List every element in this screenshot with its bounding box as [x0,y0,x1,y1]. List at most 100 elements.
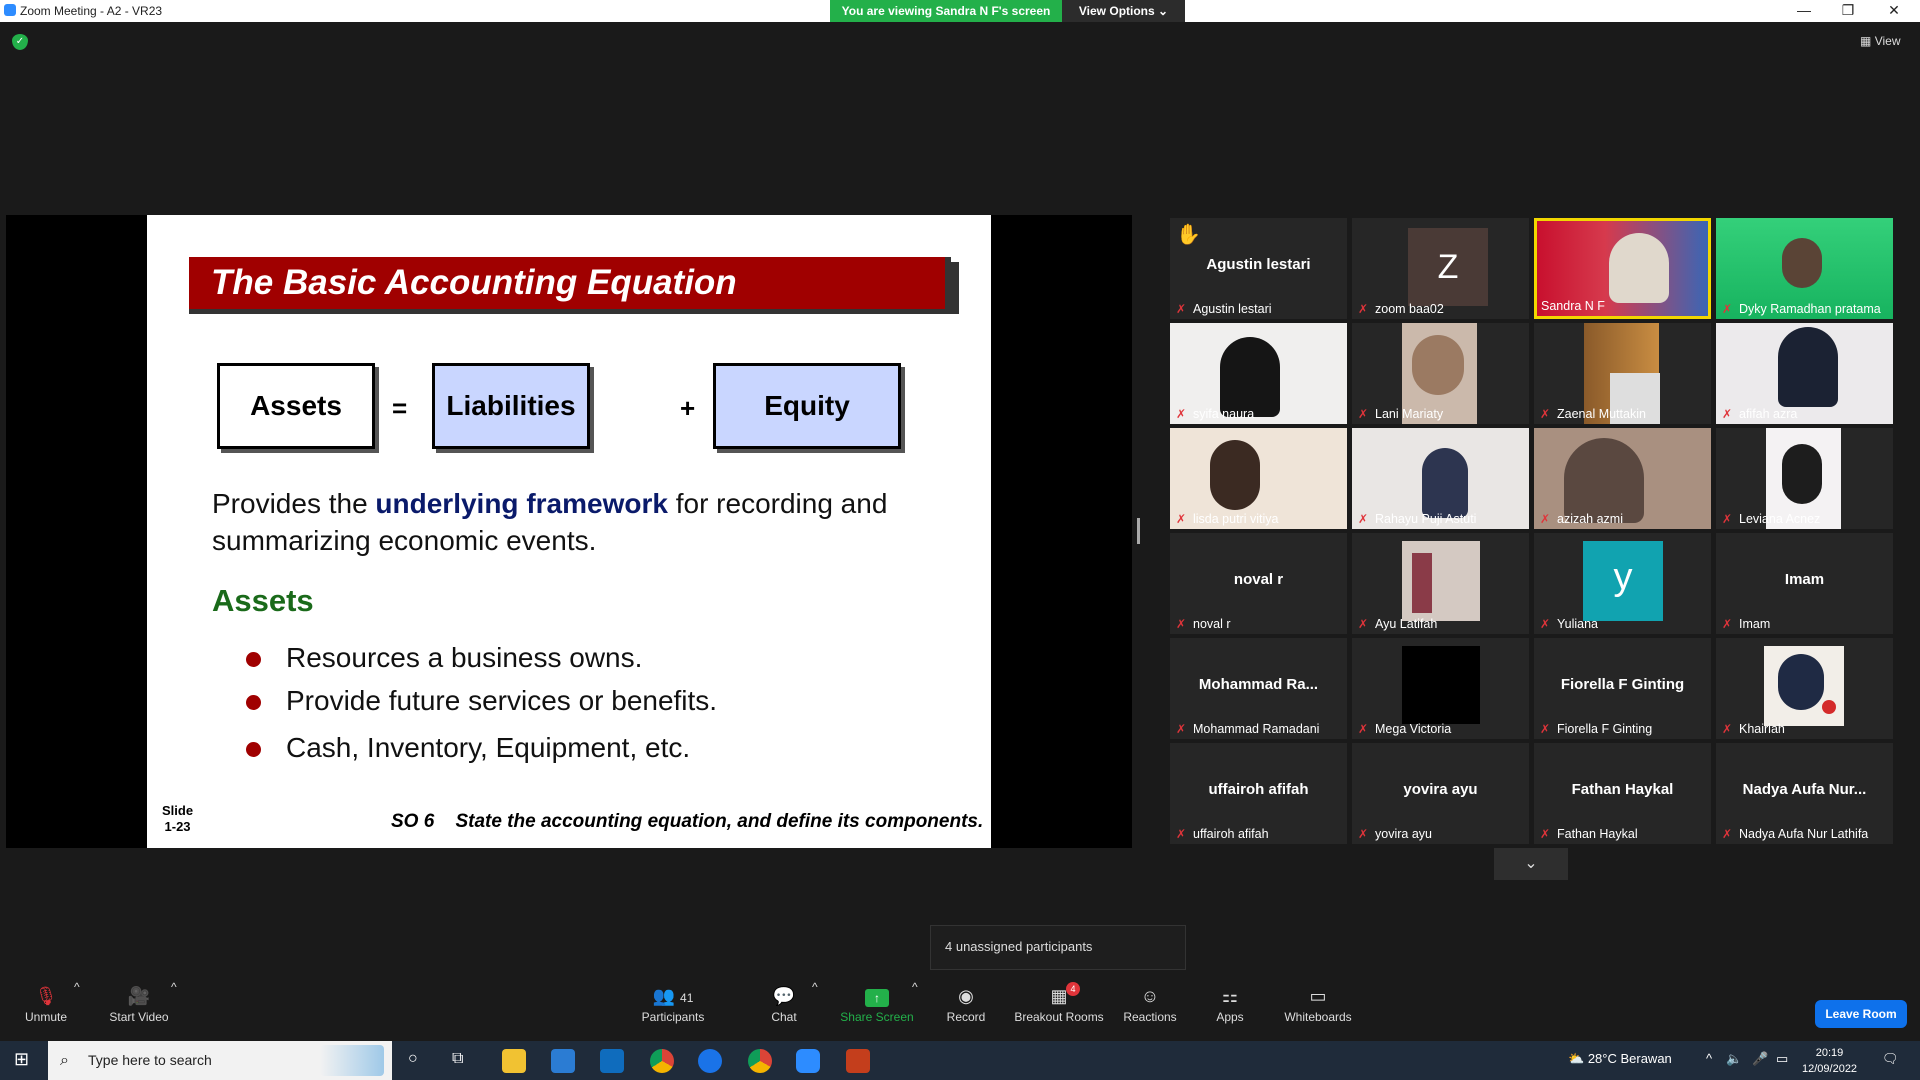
participant-video-person [1778,327,1838,407]
breakout-rooms-button[interactable]: ▦ 4 Breakout Rooms [1012,980,1106,1024]
taskbar-clock[interactable]: 20:19 12/09/2022 [1802,1045,1857,1077]
participants-button[interactable]: 👥 41 Participants [638,980,708,1024]
participant-name: azizah azmi [1557,512,1623,526]
participant-name: Ayu Latifah [1375,617,1438,631]
muted-mic-icon: ✗ [1539,407,1551,421]
study-objective: SO 6 State the accounting equation, and … [391,811,983,833]
participant-tile[interactable]: ✗ Mega Victoria [1352,638,1529,739]
equals-sign: = [392,393,408,423]
participant-tile[interactable]: ✗ Khairiah [1716,638,1893,739]
muted-mic-icon: ✗ [1721,722,1733,736]
taskbar-search-box[interactable]: ⌕ Type here to search [48,1041,392,1080]
muted-mic-icon: ✗ [1175,827,1187,841]
microsoft-store-icon[interactable] [551,1049,575,1073]
apps-button[interactable]: ⚏ Apps [1210,980,1250,1024]
participant-video [1402,646,1480,724]
assets-heading: Assets [212,583,314,618]
participant-name: Rahayu Puji Astuti [1375,512,1477,526]
cortana-icon[interactable]: ○ [408,1050,418,1068]
participant-tile[interactable]: ✗ azizah azmi [1534,428,1711,529]
participant-tile[interactable]: ✗ lisda putri vitiya [1170,428,1347,529]
muted-mic-icon: ✗ [1175,302,1187,316]
participant-tile[interactable]: ✗ Dyky Ramadhan pratama [1716,218,1893,319]
clock-time: 20:19 [1815,1047,1844,1059]
panel-splitter-handle[interactable] [1137,518,1140,544]
bullet-text: Resources a business owns. [286,642,643,673]
participant-tile[interactable]: ✗ Lani Mariaty [1352,323,1529,424]
video-options-caret-icon[interactable]: ^ [171,980,177,994]
grid-icon: ▦ [1860,34,1872,48]
participant-video-person [1564,438,1644,523]
participant-tile[interactable]: Mohammad Ra... ✗ Mohammad Ramadani [1170,638,1347,739]
chrome-profile-icon[interactable] [748,1049,772,1073]
chat-button[interactable]: 💬 Chat [764,980,804,1024]
tray-overflow-icon[interactable]: ^ [1706,1051,1712,1066]
participant-tile[interactable]: Z ✗ zoom baa02 [1352,218,1529,319]
apps-icon: ⚏ [1221,986,1239,1006]
audio-options-caret-icon[interactable]: ^ [74,980,80,994]
participant-tile[interactable]: ✋ Agustin lestari ✗ Agustin lestari [1170,218,1347,319]
participant-name: zoom baa02 [1375,302,1444,316]
mail-icon[interactable] [600,1049,624,1073]
participant-tile[interactable]: noval r ✗ noval r [1170,533,1347,634]
powerpoint-icon[interactable] [846,1049,870,1073]
clock-date: 12/09/2022 [1802,1063,1858,1075]
participant-tile-active-speaker[interactable]: Sandra N F [1534,218,1711,319]
gallery-next-page-button[interactable]: ⌄ [1494,848,1568,880]
participant-tile[interactable]: ✗ afifah azra [1716,323,1893,424]
network-icon[interactable]: ▭ [1776,1051,1788,1067]
participant-tile[interactable]: y ✗ Yuliana [1534,533,1711,634]
participant-video-flower [1822,700,1836,714]
participant-tile[interactable]: uffairoh afifah ✗ uffairoh afifah [1170,743,1347,844]
participant-video-person [1609,233,1669,303]
para-highlight: underlying framework [375,488,668,519]
windows-start-icon[interactable]: ⊞ [14,1049,29,1070]
participant-tile[interactable]: yovira ayu ✗ yovira ayu [1352,743,1529,844]
participant-video-curtain [1412,553,1432,613]
participant-name: afifah azra [1739,407,1798,421]
share-options-caret-icon[interactable]: ^ [912,980,918,994]
volume-icon[interactable]: 🔈 [1726,1051,1742,1067]
notifications-icon[interactable]: 🗨 [1882,1051,1899,1067]
whiteboards-button[interactable]: ▭ Whiteboards [1282,980,1354,1024]
security-shield-icon[interactable]: ✓ [12,34,28,50]
participant-display-name: Agustin lestari [1206,256,1311,273]
zoom-taskbar-icon[interactable] [796,1049,820,1073]
view-options-button[interactable]: View Options ⌄ [1062,0,1185,22]
participant-tile[interactable]: Fathan Haykal ✗ Fathan Haykal [1534,743,1711,844]
restore-icon[interactable]: ❐ [1828,2,1868,19]
participant-tile[interactable]: Imam ✗ Imam [1716,533,1893,634]
participant-tile[interactable]: ✗ syifa naura [1170,323,1347,424]
teamviewer-icon[interactable] [698,1049,722,1073]
participant-display-name: Nadya Aufa Nur... [1742,781,1867,798]
chat-bubble-icon: 💬 [772,986,796,1006]
participant-display-name: noval r [1233,571,1284,588]
whiteboard-icon: ▭ [1309,986,1327,1006]
participant-tile[interactable]: ✗ Rahayu Puji Astuti [1352,428,1529,529]
close-icon[interactable]: ✕ [1874,2,1914,19]
window-title: Zoom Meeting - A2 - VR23 [20,4,163,18]
participants-label: Participants [641,1010,705,1024]
unmute-button[interactable]: 🎙 Unmute [16,980,76,1024]
slide-number: Slide 1-23 [162,803,193,835]
bullet-dot-icon [246,695,261,710]
record-button[interactable]: ◉ Record [944,980,988,1024]
file-explorer-icon[interactable] [502,1049,526,1073]
microphone-tray-icon[interactable]: 🎤 [1752,1051,1768,1067]
participant-tile[interactable]: ✗ Ayu Latifah [1352,533,1529,634]
minimize-icon[interactable]: — [1784,2,1824,18]
task-view-icon[interactable]: ⧉ [452,1050,463,1068]
view-button[interactable]: ▦ View [1860,34,1900,48]
participant-tile[interactable]: ✗ Leviana Acnez [1716,428,1893,529]
reactions-button[interactable]: ☺ Reactions [1122,980,1178,1024]
chrome-icon[interactable] [650,1049,674,1073]
participant-tile[interactable]: Nadya Aufa Nur... ✗ Nadya Aufa Nur Lathif… [1716,743,1893,844]
participant-tile[interactable]: Fiorella F Ginting ✗ Fiorella F Ginting [1534,638,1711,739]
record-label: Record [946,1010,986,1024]
participant-tile[interactable]: ✗ Zaenal Muttakin [1534,323,1711,424]
share-screen-button[interactable]: ↑ Share Screen [840,980,914,1024]
leave-room-button[interactable]: Leave Room [1815,1000,1907,1028]
weather-widget[interactable]: ⛅ 28°C Berawan [1568,1051,1672,1067]
chat-options-caret-icon[interactable]: ^ [812,980,818,994]
start-video-button[interactable]: 🎥 Start Video [104,980,174,1024]
